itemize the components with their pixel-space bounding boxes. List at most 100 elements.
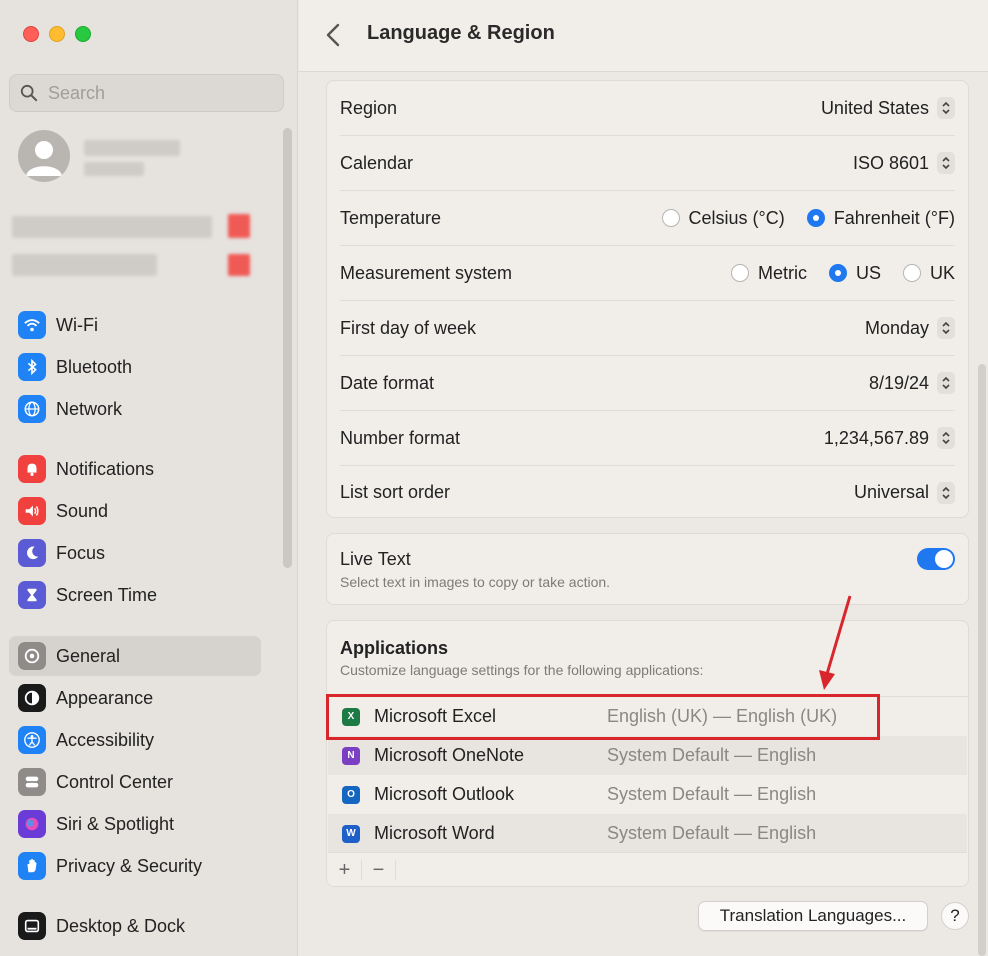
zoom-button[interactable] bbox=[75, 26, 91, 42]
first-day-value: Monday bbox=[864, 317, 929, 338]
date-format-select[interactable]: 8/19/24 bbox=[869, 372, 955, 394]
sidebar-item-control-center[interactable]: Control Center bbox=[9, 762, 261, 802]
sidebar-scrollbar[interactable] bbox=[283, 128, 292, 568]
search-input[interactable] bbox=[48, 82, 268, 104]
measurement-label: Measurement system bbox=[340, 262, 513, 283]
back-chevron-icon[interactable] bbox=[323, 22, 345, 48]
sidebar-item-desktop-dock[interactable]: Desktop & Dock bbox=[9, 906, 261, 946]
date-format-row[interactable]: Date format 8/19/24 bbox=[340, 356, 955, 411]
calendar-select[interactable]: ISO 8601 bbox=[853, 152, 955, 174]
radio-dot bbox=[828, 264, 847, 282]
sidebar-item-general[interactable]: General bbox=[9, 636, 261, 676]
search-field[interactable] bbox=[9, 74, 284, 112]
celsius-label: Celsius (°C) bbox=[688, 207, 785, 228]
add-app-button[interactable]: + bbox=[328, 859, 362, 880]
live-text-toggle[interactable] bbox=[917, 548, 955, 570]
sidebar-item-label: General bbox=[56, 645, 121, 666]
calendar-row[interactable]: Calendar ISO 8601 bbox=[340, 136, 955, 191]
app-name: Microsoft Outlook bbox=[374, 784, 515, 804]
live-text-title: Live Text bbox=[340, 549, 411, 569]
sort-order-row[interactable]: List sort order Universal bbox=[340, 465, 955, 520]
sidebar-item-appearance[interactable]: Appearance bbox=[9, 678, 261, 718]
bluetooth-icon bbox=[18, 353, 46, 381]
sidebar-item-wi-fi[interactable]: Wi-Fi bbox=[9, 305, 261, 345]
annotation-highlight-box bbox=[326, 694, 880, 740]
number-format-label: Number format bbox=[340, 427, 461, 448]
remove-app-button[interactable]: − bbox=[362, 859, 396, 880]
temperature-label: Temperature bbox=[340, 207, 442, 228]
sidebar-item-label: Focus bbox=[56, 542, 106, 563]
app-row-microsoft-word[interactable]: W Microsoft Word System Default — English bbox=[328, 814, 967, 853]
calendar-value: ISO 8601 bbox=[852, 152, 929, 173]
sidebar-item-label: Network bbox=[56, 398, 123, 419]
sidebar-item-bluetooth[interactable]: Bluetooth bbox=[9, 347, 261, 387]
sidebar-item-privacy-security[interactable]: Privacy & Security bbox=[9, 846, 261, 886]
celsius-radio[interactable]: Celsius (°C) bbox=[661, 207, 785, 229]
first-day-select[interactable]: Monday bbox=[865, 317, 955, 339]
microsoft-onenote-icon: N bbox=[342, 746, 360, 765]
sidebar: Wi-Fi Bluetooth Network Notifications Sound F… bbox=[0, 0, 298, 956]
radio-dot bbox=[661, 209, 680, 227]
app-icon-letter: O bbox=[347, 789, 355, 800]
date-format-label: Date format bbox=[340, 372, 435, 393]
temperature-options: Celsius (°C) Fahrenheit (°F) bbox=[640, 208, 955, 229]
fahrenheit-label: Fahrenheit (°F) bbox=[833, 207, 955, 228]
live-text-panel: Live Text Select text in images to copy … bbox=[326, 533, 969, 605]
calendar-label: Calendar bbox=[340, 152, 414, 173]
content-scrollbar[interactable] bbox=[978, 364, 986, 956]
appearance-icon bbox=[18, 684, 46, 712]
fahrenheit-radio[interactable]: Fahrenheit (°F) bbox=[806, 207, 955, 229]
measurement-options: Metric US UK bbox=[709, 263, 955, 284]
control-center-icon bbox=[18, 768, 46, 796]
sidebar-item-focus[interactable]: Focus bbox=[9, 533, 261, 573]
applications-subtitle: Customize language settings for the foll… bbox=[340, 662, 704, 678]
close-button[interactable] bbox=[23, 26, 39, 42]
sidebar-item-accessibility[interactable]: Accessibility bbox=[9, 720, 261, 760]
live-text-subtitle: Select text in images to copy or take ac… bbox=[340, 574, 611, 590]
applications-title: Applications bbox=[340, 638, 449, 658]
redacted-row bbox=[12, 254, 157, 276]
sidebar-item-label: Control Center bbox=[56, 771, 174, 792]
bell-icon bbox=[18, 455, 46, 483]
sort-order-select[interactable]: Universal bbox=[853, 481, 955, 504]
sidebar-item-notifications[interactable]: Notifications bbox=[9, 449, 261, 489]
app-row-microsoft-onenote[interactable]: N Microsoft OneNote System Default — Engli… bbox=[328, 736, 967, 775]
metric-label: Metric bbox=[757, 262, 807, 283]
app-language: System Default — English bbox=[607, 784, 817, 804]
annotation-arrow-icon bbox=[819, 595, 852, 690]
sidebar-item-network[interactable]: Network bbox=[9, 389, 261, 429]
region-select[interactable]: United States bbox=[821, 97, 955, 119]
siri-icon bbox=[18, 810, 46, 838]
updown-chevron-icon bbox=[937, 317, 955, 339]
sort-order-value: Universal bbox=[853, 482, 929, 502]
window-controls bbox=[23, 26, 91, 42]
translation-languages-button[interactable]: Translation Languages... bbox=[698, 901, 928, 931]
search-icon bbox=[20, 84, 38, 102]
number-format-select[interactable]: 1,234,567.89 bbox=[824, 427, 955, 449]
sidebar-item-siri-spotlight[interactable]: Siri & Spotlight bbox=[9, 804, 261, 844]
avatar[interactable] bbox=[18, 130, 70, 182]
metric-radio[interactable]: Metric bbox=[730, 262, 807, 284]
globe-icon bbox=[18, 395, 46, 423]
first-day-row[interactable]: First day of week Monday bbox=[340, 301, 955, 356]
us-radio[interactable]: US bbox=[828, 262, 881, 284]
app-row-microsoft-outlook[interactable]: O Microsoft Outlook System Default — Engli… bbox=[328, 775, 967, 814]
app-language: System Default — English bbox=[607, 745, 817, 765]
help-button[interactable]: ? bbox=[941, 902, 969, 930]
number-format-row[interactable]: Number format 1,234,567.89 bbox=[340, 411, 955, 466]
updown-chevron-icon bbox=[937, 372, 955, 394]
measurement-row: Measurement system Metric US UK bbox=[340, 246, 955, 301]
sidebar-item-sound[interactable]: Sound bbox=[9, 491, 261, 531]
moon-icon bbox=[18, 539, 46, 567]
sidebar-item-label: Privacy & Security bbox=[56, 855, 203, 876]
sidebar-item-screen-time[interactable]: Screen Time bbox=[9, 575, 261, 615]
region-row[interactable]: Region United States bbox=[340, 81, 955, 136]
radio-dot bbox=[730, 264, 749, 282]
region-value: United States bbox=[820, 97, 929, 118]
uk-radio[interactable]: UK bbox=[902, 263, 955, 284]
dock-icon bbox=[18, 912, 46, 940]
date-format-value: 8/19/24 bbox=[868, 372, 929, 393]
minimize-button[interactable] bbox=[49, 26, 65, 42]
hand-icon bbox=[18, 852, 46, 880]
us-label: US bbox=[855, 262, 881, 283]
